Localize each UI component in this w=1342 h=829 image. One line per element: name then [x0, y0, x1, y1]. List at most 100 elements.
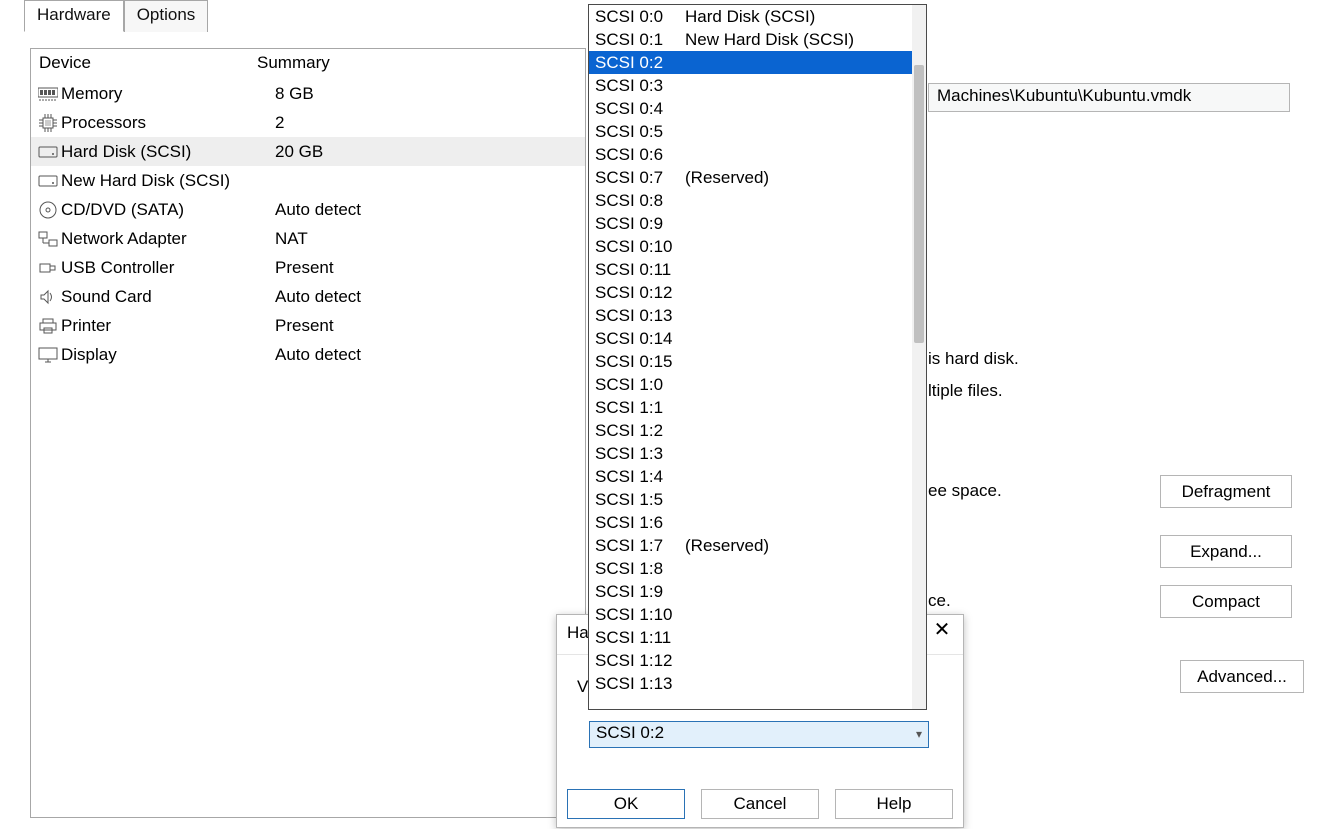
dropdown-item-id: SCSI 0:0	[595, 5, 685, 28]
virtual-device-node-combo[interactable]: SCSI 0:2 ▾	[589, 721, 929, 748]
ok-button[interactable]: OK	[567, 789, 685, 819]
dropdown-item-id: SCSI 1:3	[595, 442, 685, 465]
dropdown-item-id: SCSI 0:15	[595, 350, 685, 373]
tabs: Hardware Options	[24, 0, 208, 32]
device-row[interactable]: CD/DVD (SATA)Auto detect	[31, 195, 585, 224]
device-summary: 8 GB	[255, 84, 585, 104]
dropdown-item[interactable]: SCSI 0:7(Reserved)	[589, 166, 912, 189]
tab-options[interactable]: Options	[124, 0, 209, 32]
dropdown-item[interactable]: SCSI 0:4	[589, 97, 912, 120]
dropdown-item-id: SCSI 0:3	[595, 74, 685, 97]
dropdown-item[interactable]: SCSI 0:5	[589, 120, 912, 143]
dropdown-item[interactable]: SCSI 0:12	[589, 281, 912, 304]
device-name: Processors	[61, 113, 255, 133]
dropdown-item[interactable]: SCSI 1:5	[589, 488, 912, 511]
dropdown-item[interactable]: SCSI 1:4	[589, 465, 912, 488]
dropdown-item-id: SCSI 1:4	[595, 465, 685, 488]
network-icon	[35, 231, 61, 247]
dropdown-item[interactable]: SCSI 1:13	[589, 672, 912, 695]
advanced-button[interactable]: Advanced...	[1180, 660, 1304, 693]
dropdown-item-label: (Reserved)	[685, 534, 769, 557]
compact-button[interactable]: Compact	[1160, 585, 1292, 618]
device-row[interactable]: PrinterPresent	[31, 311, 585, 340]
column-device[interactable]: Device	[39, 53, 257, 73]
tab-hardware[interactable]: Hardware	[24, 0, 124, 32]
dropdown-item-label: New Hard Disk (SCSI)	[685, 28, 854, 51]
dropdown-item-id: SCSI 0:1	[595, 28, 685, 51]
dialog-buttons: OK Cancel Help	[557, 789, 963, 819]
device-summary: NAT	[255, 229, 585, 249]
disk-file-path: Machines\Kubuntu\Kubuntu.vmdk	[928, 83, 1290, 112]
dropdown-item[interactable]: SCSI 1:3	[589, 442, 912, 465]
dropdown-item-id: SCSI 0:11	[595, 258, 685, 281]
dropdown-item[interactable]: SCSI 0:14	[589, 327, 912, 350]
dropdown-item[interactable]: SCSI 1:7(Reserved)	[589, 534, 912, 557]
device-summary: Auto detect	[255, 200, 585, 220]
device-name: Display	[61, 345, 255, 365]
device-row[interactable]: Sound CardAuto detect	[31, 282, 585, 311]
dropdown-item-id: SCSI 0:10	[595, 235, 685, 258]
dropdown-item[interactable]: SCSI 0:10	[589, 235, 912, 258]
dropdown-item-id: SCSI 1:2	[595, 419, 685, 442]
help-button[interactable]: Help	[835, 789, 953, 819]
cancel-button[interactable]: Cancel	[701, 789, 819, 819]
expand-button[interactable]: Expand...	[1160, 535, 1292, 568]
scrollbar-thumb[interactable]	[914, 65, 924, 343]
cd-dvd-icon	[35, 201, 61, 219]
dropdown-item[interactable]: SCSI 0:13	[589, 304, 912, 327]
dropdown-item[interactable]: SCSI 1:8	[589, 557, 912, 580]
dropdown-item[interactable]: SCSI 0:15	[589, 350, 912, 373]
device-list-panel: Device Summary Memory8 GBProcessors2Hard…	[30, 48, 586, 818]
dropdown-item[interactable]: SCSI 0:9	[589, 212, 912, 235]
display-icon	[35, 347, 61, 363]
device-name: USB Controller	[61, 258, 255, 278]
device-row[interactable]: Hard Disk (SCSI)20 GB	[31, 137, 585, 166]
dropdown-item[interactable]: SCSI 0:2	[589, 51, 912, 74]
dropdown-item[interactable]: SCSI 1:12	[589, 649, 912, 672]
dropdown-item[interactable]: SCSI 1:9	[589, 580, 912, 603]
device-list-header: Device Summary	[31, 49, 585, 79]
dropdown-item[interactable]: SCSI 1:11	[589, 626, 912, 649]
dropdown-item[interactable]: SCSI 0:6	[589, 143, 912, 166]
device-summary: 20 GB	[255, 142, 585, 162]
chevron-down-icon: ▾	[916, 727, 922, 741]
device-summary: Present	[255, 258, 585, 278]
device-row[interactable]: New Hard Disk (SCSI)	[31, 166, 585, 195]
dropdown-item[interactable]: SCSI 1:2	[589, 419, 912, 442]
dropdown-item-id: SCSI 0:14	[595, 327, 685, 350]
dropdown-item-id: SCSI 1:0	[595, 373, 685, 396]
device-row[interactable]: Processors2	[31, 108, 585, 137]
dropdown-item[interactable]: SCSI 0:3	[589, 74, 912, 97]
device-rows: Memory8 GBProcessors2Hard Disk (SCSI)20 …	[31, 79, 585, 369]
dropdown-item-id: SCSI 1:10	[595, 603, 685, 626]
dropdown-item-id: SCSI 1:6	[595, 511, 685, 534]
dialog-title: Ha	[567, 623, 589, 642]
defragment-button[interactable]: Defragment	[1160, 475, 1292, 508]
device-name: Network Adapter	[61, 229, 255, 249]
device-name: Hard Disk (SCSI)	[61, 142, 255, 162]
dropdown-item[interactable]: SCSI 1:10	[589, 603, 912, 626]
device-row[interactable]: USB ControllerPresent	[31, 253, 585, 282]
dropdown-item[interactable]: SCSI 1:6	[589, 511, 912, 534]
device-row[interactable]: Network AdapterNAT	[31, 224, 585, 253]
combo-value: SCSI 0:2	[596, 723, 664, 742]
dropdown-item-id: SCSI 1:5	[595, 488, 685, 511]
usb-icon	[35, 261, 61, 275]
hard-disk-icon	[35, 145, 61, 159]
device-row[interactable]: DisplayAuto detect	[31, 340, 585, 369]
device-row[interactable]: Memory8 GB	[31, 79, 585, 108]
dropdown-item[interactable]: SCSI 1:0	[589, 373, 912, 396]
dropdown-item[interactable]: SCSI 1:1	[589, 396, 912, 419]
dropdown-item[interactable]: SCSI 0:1New Hard Disk (SCSI)	[589, 28, 912, 51]
dropdown-item[interactable]: SCSI 0:8	[589, 189, 912, 212]
dropdown-item-label: Hard Disk (SCSI)	[685, 5, 815, 28]
dropdown-scrollbar[interactable]	[912, 5, 926, 709]
dropdown-item-id: SCSI 1:9	[595, 580, 685, 603]
dropdown-item[interactable]: SCSI 0:0Hard Disk (SCSI)	[589, 5, 912, 28]
detail-text-fragment-2: ltiple files.	[928, 381, 1003, 401]
scsi-node-dropdown[interactable]: SCSI 0:0Hard Disk (SCSI)SCSI 0:1New Hard…	[588, 4, 927, 710]
column-summary[interactable]: Summary	[257, 53, 585, 73]
dropdown-item-id: SCSI 0:13	[595, 304, 685, 327]
close-icon[interactable]: ✕	[925, 617, 959, 645]
dropdown-item[interactable]: SCSI 0:11	[589, 258, 912, 281]
